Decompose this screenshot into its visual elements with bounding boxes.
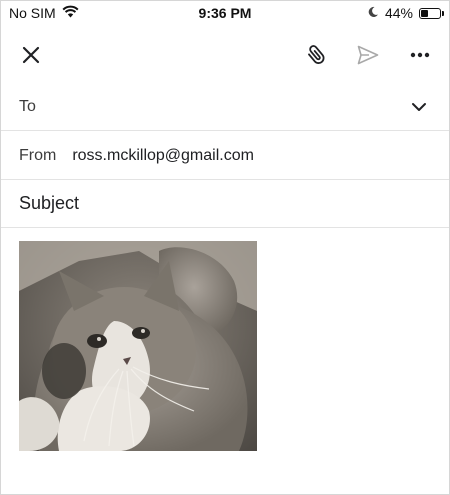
- status-bar: No SIM 9:36 PM 44%: [1, 1, 449, 25]
- attached-photo[interactable]: [19, 241, 257, 451]
- compose-screen: No SIM 9:36 PM 44% To From ross.mckillop…: [0, 0, 450, 495]
- more-options-button[interactable]: [404, 39, 436, 71]
- from-row[interactable]: From ross.mckillop@gmail.com: [1, 132, 449, 180]
- paperclip-icon: [308, 45, 325, 64]
- subject-row: [1, 180, 449, 228]
- from-address[interactable]: ross.mckillop@gmail.com: [72, 147, 254, 165]
- status-right: 44%: [367, 5, 444, 21]
- to-row: To: [1, 83, 449, 131]
- chevron-down-icon: [412, 103, 426, 111]
- attach-button[interactable]: [300, 39, 332, 71]
- send-button[interactable]: [352, 39, 384, 71]
- send-icon: [357, 45, 379, 65]
- compose-toolbar: [1, 31, 449, 79]
- subject-input[interactable]: [19, 193, 419, 214]
- kitten-photo-image: [19, 241, 257, 451]
- battery-level: [421, 9, 428, 17]
- moon-icon: [367, 5, 379, 21]
- close-icon: [22, 46, 40, 64]
- battery-percent: 44%: [384, 5, 413, 21]
- battery-icon: [419, 7, 444, 19]
- from-label: From: [19, 146, 57, 164]
- more-icon: [410, 52, 430, 58]
- to-label: To: [19, 97, 36, 115]
- expand-recipients-button[interactable]: [407, 95, 431, 119]
- to-input[interactable]: [45, 90, 449, 123]
- close-button[interactable]: [15, 39, 47, 71]
